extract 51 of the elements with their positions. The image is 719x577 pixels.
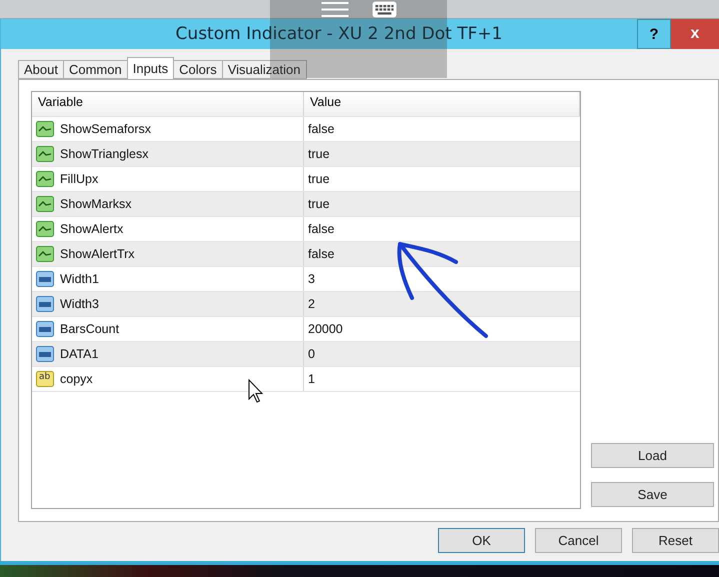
keyboard-icon[interactable] [372, 1, 397, 18]
variable-cell[interactable]: ShowAlertx [32, 217, 304, 241]
variable-name: ShowAlertx [60, 222, 124, 236]
value-cell[interactable]: 3 [304, 267, 580, 291]
help-button[interactable]: ? [637, 19, 671, 49]
variable-cell[interactable]: ShowMarksx [32, 192, 304, 216]
value-cell[interactable]: false [304, 242, 580, 266]
value-cell[interactable]: 20000 [304, 317, 580, 341]
variable-name: DATA1 [60, 347, 98, 361]
value-cell[interactable]: 2 [304, 292, 580, 316]
tab[interactable]: Inputs [126, 57, 174, 79]
tab[interactable]: Colors [173, 60, 223, 79]
variable-cell[interactable]: ShowTrianglesx [32, 142, 304, 166]
value-cell[interactable]: false [304, 117, 580, 141]
value-cell[interactable]: 1 [304, 367, 580, 391]
variable-cell[interactable]: BarsCount [32, 317, 304, 341]
dialog-button[interactable]: Reset [632, 528, 719, 553]
variable-name: Width3 [60, 297, 99, 311]
variable-name: BarsCount [60, 322, 120, 336]
tab[interactable]: About [18, 60, 64, 79]
variable-cell[interactable]: FillUpx [32, 167, 304, 191]
variable-name: Width1 [60, 272, 99, 286]
column-header[interactable]: Value [304, 92, 580, 116]
variable-name: ShowTrianglesx [60, 147, 148, 161]
value-cell[interactable]: true [304, 192, 580, 216]
side-button[interactable]: Load [591, 443, 714, 468]
tab[interactable]: Visualization [222, 60, 306, 79]
variable-name: ShowSemaforsx [60, 122, 152, 136]
dialog-button[interactable]: Cancel [535, 528, 622, 553]
text-icon [36, 371, 54, 387]
value-cell[interactable]: 0 [304, 342, 580, 366]
close-button[interactable]: x [671, 19, 719, 49]
side-button[interactable]: Save [591, 482, 714, 507]
icon-label: ab [39, 372, 50, 382]
variable-name: ShowMarksx [60, 197, 132, 211]
menu-icon[interactable] [320, 1, 350, 18]
variable-cell[interactable]: DATA1 [32, 342, 304, 366]
variable-cell[interactable]: Width1 [32, 267, 304, 291]
value-cell[interactable]: false [304, 217, 580, 241]
variable-name: FillUpx [60, 172, 98, 186]
window-title: Custom Indicator - XU 2 2nd Dot TF+1 [174, 24, 504, 44]
column-header[interactable]: Variable [32, 92, 304, 116]
value-cell[interactable]: true [304, 167, 580, 191]
variable-name: copyx [60, 372, 93, 386]
variable-cell[interactable]: ShowAlertTrx [32, 242, 304, 266]
variable-cell[interactable]: ShowSemaforsx [32, 117, 304, 141]
dialog-button[interactable]: OK [438, 528, 525, 553]
tab[interactable]: Common [62, 60, 128, 79]
variable-cell[interactable]: Width3 [32, 292, 304, 316]
value-cell[interactable]: true [304, 142, 580, 166]
variable-name: ShowAlertTrx [60, 247, 135, 261]
